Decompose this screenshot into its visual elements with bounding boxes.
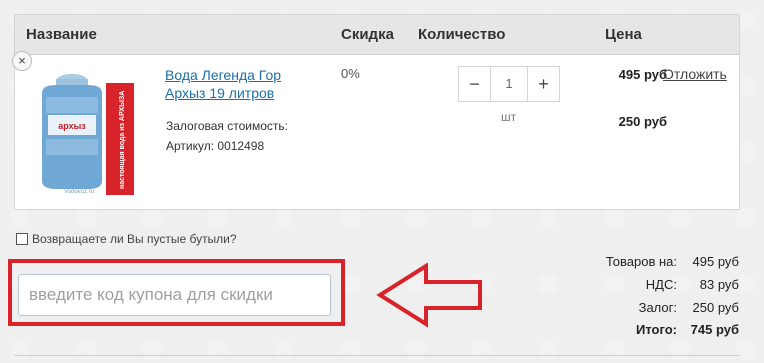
discount-value: 0% — [341, 66, 360, 81]
summary-total-label: Итого: — [636, 322, 677, 337]
summary-vat-value: 83 руб — [699, 277, 739, 292]
return-bottles-label: Возвращаете ли Вы пустые бутыли? — [32, 232, 237, 246]
summary-total: Итого: 745 руб — [636, 322, 739, 337]
postpone-link[interactable]: Отложить — [663, 66, 727, 82]
column-quantity: Количество — [418, 26, 506, 43]
cart-header: Название Скидка Количество Цена — [15, 15, 739, 55]
product-site-text: Vodovoz.ru — [64, 189, 94, 195]
quantity-increase-button[interactable]: + — [528, 67, 559, 101]
divider — [14, 355, 740, 356]
deposit-price: 250 руб — [618, 114, 667, 129]
product-brand-text: архыз — [58, 121, 86, 131]
column-discount: Скидка — [341, 26, 394, 43]
summary-vat: НДС: 83 руб — [646, 277, 739, 292]
item-price: 495 руб — [618, 67, 667, 82]
quantity-input[interactable]: 1 — [490, 67, 528, 101]
summary-deposit-value: 250 руб — [692, 300, 739, 315]
product-slogan-text: настоящая вода из АРХЫЗА — [119, 91, 126, 189]
coupon-input[interactable] — [18, 274, 331, 316]
summary-total-value: 745 руб — [690, 322, 739, 337]
article-number: Артикул: 0012498 — [166, 139, 265, 153]
summary-deposit-label: Залог: — [638, 300, 677, 315]
quantity-unit: шт — [501, 110, 517, 124]
summary-vat-label: НДС: — [645, 277, 677, 292]
summary-deposit: Залог: 250 руб — [639, 300, 739, 315]
summary-goods-label: Товаров на: — [605, 254, 677, 269]
column-price: Цена — [605, 26, 642, 43]
quantity-stepper: − 1 + — [458, 66, 560, 102]
column-name: Название — [26, 26, 97, 43]
quantity-decrease-button[interactable]: − — [459, 67, 490, 101]
arrow-left-icon — [376, 262, 482, 328]
summary-goods: Товаров на: 495 руб — [606, 254, 739, 269]
return-bottles-checkbox[interactable] — [16, 233, 28, 245]
remove-item-button[interactable]: × — [12, 51, 32, 71]
product-name-link[interactable]: Вода Легенда Гор Архыз 19 литров — [165, 66, 305, 102]
return-bottles-option[interactable]: Возвращаете ли Вы пустые бутыли? — [16, 232, 237, 246]
deposit-cost-label: Залоговая стоимость: — [166, 119, 289, 133]
product-image: архыз настоящая вода из АРХЫЗА Vodovoz.r… — [34, 69, 138, 195]
summary-goods-value: 495 руб — [692, 254, 739, 269]
